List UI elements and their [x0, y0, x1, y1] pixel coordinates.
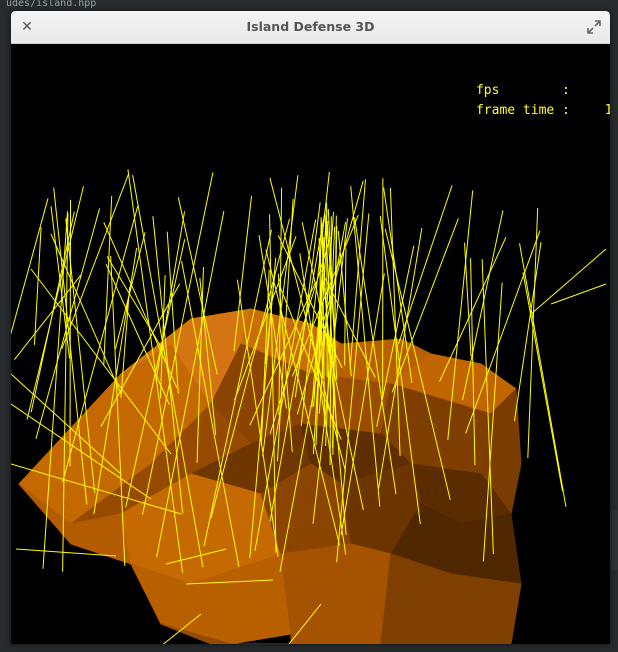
background-panel-strip	[610, 510, 618, 570]
island-terrain	[18, 308, 522, 644]
laser-beam	[513, 242, 542, 422]
maximize-button[interactable]	[584, 17, 604, 37]
hud-frame-time-label: frame time	[475, 103, 555, 118]
laser-beam	[11, 198, 49, 336]
laser-beam	[530, 248, 607, 315]
laser-beam	[464, 242, 472, 357]
laser-beam	[13, 274, 82, 361]
window-title: Island Defense 3D	[246, 19, 375, 34]
title-bar[interactable]: ✕ Island Defense 3D	[11, 11, 610, 44]
laser-beam	[326, 202, 328, 378]
hud-frame-time-value: 17ms	[604, 103, 610, 118]
island-scene	[11, 169, 607, 644]
maximize-icon	[587, 20, 601, 34]
laser-beam	[527, 207, 539, 459]
game-window: ✕ Island Defense 3D fps:59 frame time: 17…	[11, 11, 610, 644]
laser-beam	[522, 272, 564, 492]
game-viewport[interactable]: fps:59 frame time: 17ms	[11, 44, 610, 644]
hud-fps: fps:59	[429, 61, 610, 98]
laser-beam	[550, 283, 607, 305]
hud-frame-time-separator: :	[561, 103, 570, 118]
laser-beam	[519, 243, 567, 507]
background-editor-text: udes/island.hpp	[6, 0, 97, 9]
terrain-facet	[280, 543, 392, 644]
hud-frame-time: frame time: 17ms	[429, 81, 610, 118]
